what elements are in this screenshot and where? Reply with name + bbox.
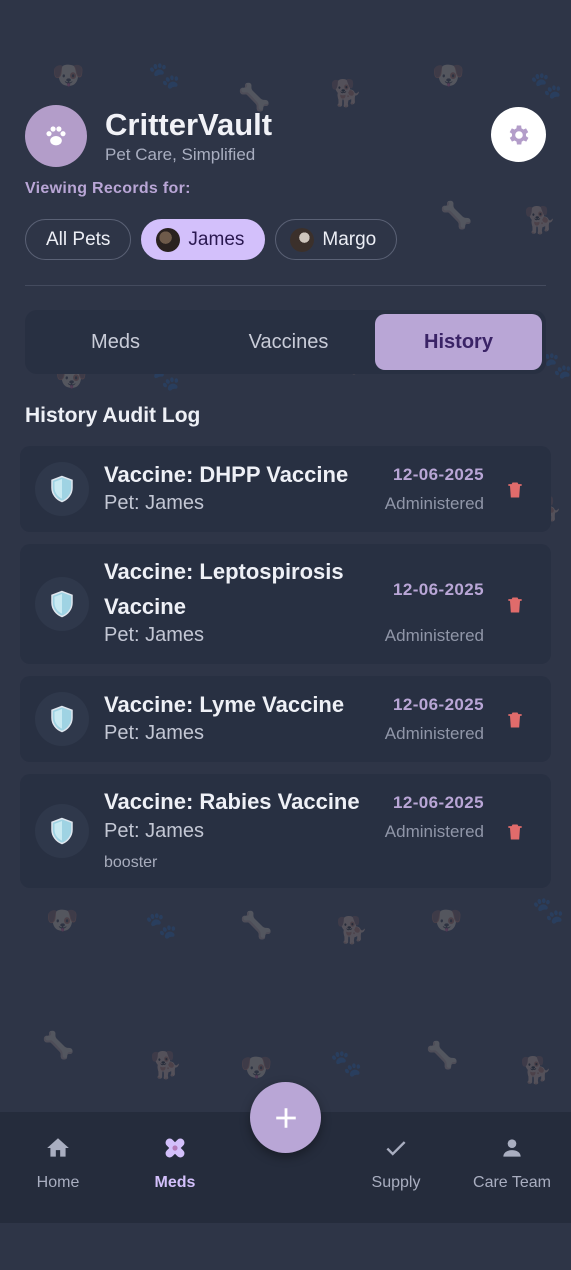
- history-card: Vaccine: Lyme Vaccine Pet: James 12-06-2…: [20, 676, 551, 762]
- history-pet: Pet: James: [104, 624, 205, 646]
- pet-chip-label: All Pets: [46, 228, 111, 250]
- history-pet: Pet: James: [104, 722, 205, 744]
- history-status: Administered: [384, 626, 484, 645]
- trash-icon[interactable]: [505, 479, 525, 501]
- nav-label: Home: [36, 1174, 80, 1191]
- pet-avatar: [156, 227, 181, 252]
- nav-care-team[interactable]: Care Team: [457, 1112, 567, 1223]
- shield-icon: [35, 462, 89, 516]
- settings-button[interactable]: [491, 107, 546, 162]
- shield-icon: [35, 692, 89, 746]
- history-card: Vaccine: Leptospirosis Vaccine Pet: Jame…: [20, 544, 551, 664]
- history-date: 12-06-2025: [393, 793, 484, 812]
- history-title: Vaccine: Rabies Vaccine: [104, 789, 360, 814]
- nav-home[interactable]: Home: [3, 1112, 113, 1223]
- history-status: Administered: [384, 494, 484, 513]
- nav-label: Care Team: [473, 1174, 551, 1191]
- history-date: 12-06-2025: [393, 695, 484, 714]
- trash-icon[interactable]: [505, 594, 525, 616]
- shield-icon: [35, 577, 89, 631]
- history-pet: Pet: James: [104, 492, 205, 514]
- app-tagline: Pet Care, Simplified: [105, 145, 256, 164]
- pet-chip-james[interactable]: James: [141, 219, 266, 260]
- nav-supply[interactable]: Supply: [341, 1112, 451, 1223]
- pet-filter-chips: All Pets James Margo: [25, 219, 398, 260]
- gear-icon: [509, 124, 528, 145]
- pet-chip-label: James: [188, 228, 245, 250]
- system-bottom-bar: [0, 1223, 571, 1270]
- trash-icon[interactable]: [505, 821, 525, 843]
- nav-meds[interactable]: Meds: [120, 1112, 230, 1223]
- person-icon: [498, 1134, 526, 1162]
- bandage-icon: [161, 1134, 189, 1162]
- app-name: CritterVault: [105, 107, 273, 142]
- history-card: Vaccine: Rabies Vaccine Pet: James boost…: [20, 774, 551, 888]
- add-record-button[interactable]: [250, 1082, 321, 1153]
- history-card: Vaccine: DHPP Vaccine Pet: James 12-06-2…: [20, 446, 551, 532]
- pet-chip-all[interactable]: All Pets: [25, 219, 132, 260]
- pet-chip-margo[interactable]: Margo: [275, 219, 398, 260]
- tab-vaccines[interactable]: Vaccines: [202, 314, 375, 370]
- nav-label: Supply: [371, 1174, 421, 1191]
- viewing-records-label: Viewing Records for:: [25, 180, 191, 197]
- header-divider: [25, 285, 546, 286]
- history-title: Vaccine: Leptospirosis Vaccine: [104, 559, 344, 619]
- tab-history[interactable]: History: [375, 314, 542, 370]
- check-icon: [382, 1134, 410, 1162]
- history-title: Vaccine: Lyme Vaccine: [104, 692, 345, 717]
- record-tabs: Meds Vaccines History: [25, 310, 546, 374]
- history-status: Administered: [384, 724, 484, 743]
- trash-icon[interactable]: [505, 709, 525, 731]
- nav-label: Meds: [154, 1174, 196, 1191]
- history-title: Vaccine: DHPP Vaccine: [104, 462, 349, 487]
- shield-icon: [35, 804, 89, 858]
- history-status: Administered: [384, 822, 484, 841]
- pet-chip-label: Margo: [322, 228, 377, 250]
- section-title: History Audit Log: [25, 404, 201, 427]
- history-date: 12-06-2025: [393, 580, 484, 599]
- home-icon: [44, 1134, 72, 1162]
- pet-avatar: [290, 227, 315, 252]
- history-date: 12-06-2025: [393, 465, 484, 484]
- history-pet: Pet: James: [104, 820, 205, 842]
- history-notes: booster: [104, 854, 158, 871]
- tab-meds[interactable]: Meds: [29, 314, 202, 370]
- app-header: CritterVault Pet Care, Simplified: [25, 105, 546, 167]
- paw-logo-icon: [25, 105, 87, 167]
- plus-icon: [275, 1107, 296, 1128]
